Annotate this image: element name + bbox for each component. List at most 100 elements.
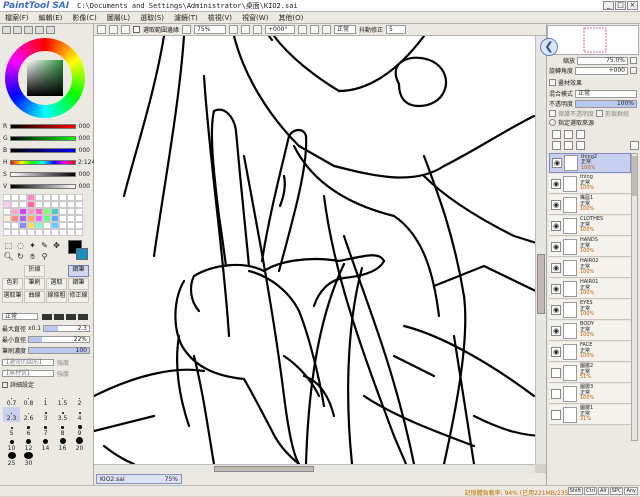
color-swatch[interactable] <box>51 201 59 208</box>
color-swatch[interactable] <box>27 229 35 236</box>
stabilizer-select[interactable]: 5 <box>386 25 407 34</box>
brush-size-preset[interactable]: 30 <box>20 452 37 467</box>
view-mode-select[interactable]: 正常 <box>334 25 357 34</box>
color-swatch[interactable] <box>75 194 83 201</box>
layer-row[interactable]: ◉ thing2 正常 100% <box>549 153 631 173</box>
color-swatch[interactable] <box>27 208 35 215</box>
layer-visibility-icon[interactable]: ◉ <box>551 199 561 210</box>
color-swatch[interactable] <box>19 229 27 236</box>
slider-b[interactable]: B 000 <box>3 146 91 155</box>
tool-pen[interactable]: 鋼筆 <box>68 265 89 277</box>
color-swatch[interactable] <box>27 194 35 201</box>
zoom-select[interactable]: 75% <box>194 25 227 34</box>
hand-icon[interactable]: ✋︎ <box>27 252 38 262</box>
slider-s[interactable]: S 000 <box>3 170 91 179</box>
color-swatch[interactable] <box>43 222 51 229</box>
brush-size-preset[interactable]: 2.6 <box>20 407 37 422</box>
deselect-icon[interactable] <box>97 25 106 34</box>
zoom-reset-icon[interactable] <box>241 25 251 34</box>
new-layer-icon[interactable] <box>552 130 561 139</box>
layer-visibility-icon[interactable]: ◉ <box>551 262 561 273</box>
brush-size-preset[interactable]: 0.7 <box>3 392 20 407</box>
tool-line-fix[interactable]: 修正線 <box>68 291 89 303</box>
brush-size-preset[interactable]: 3 <box>37 407 54 422</box>
close-icon[interactable]: × <box>627 1 638 10</box>
color-swatch[interactable] <box>43 208 51 215</box>
color-swatch[interactable] <box>11 222 19 229</box>
scratchpad-tab-icon[interactable] <box>46 26 55 34</box>
rotate-left-icon[interactable] <box>253 25 263 34</box>
color-swatch[interactable] <box>59 201 67 208</box>
brush-size-preset[interactable]: 9 <box>71 422 88 437</box>
rotate-right-icon[interactable] <box>298 25 308 34</box>
color-swatch[interactable] <box>3 201 11 208</box>
color-swatch[interactable] <box>3 222 11 229</box>
brush-texture-select[interactable]: 【無材質】 <box>2 370 54 377</box>
layer-row[interactable]: 圖層3 正常 100% <box>549 384 631 404</box>
brush-size-preset[interactable]: 10 <box>3 437 20 452</box>
menu-other[interactable]: 其他(O) <box>273 13 308 23</box>
color-swatch[interactable] <box>59 215 67 222</box>
brush-shape-icon-1[interactable] <box>42 313 52 320</box>
navigator-preview[interactable] <box>547 25 639 55</box>
menu-layer[interactable]: 圖層(L) <box>102 13 135 23</box>
brush-mode-select[interactable]: 正常 <box>2 313 38 320</box>
color-swatch[interactable] <box>43 229 51 236</box>
layer-row[interactable]: ◉ HAIR01 正常 100% <box>549 279 631 299</box>
drawing-canvas[interactable] <box>94 36 546 464</box>
color-swatch[interactable] <box>35 201 43 208</box>
lasso-icon[interactable]: ◌ <box>15 241 26 251</box>
slider-h[interactable]: H 2:124 <box>3 158 95 167</box>
brush-size-preset[interactable]: 2 <box>71 392 88 407</box>
brush-size-preset[interactable]: 7 <box>37 422 54 437</box>
layer-row[interactable]: ◉ BODY 正常 100% <box>549 321 631 341</box>
eyedropper2-icon[interactable]: ⚲ <box>39 252 50 262</box>
nav-zoom-plus-icon[interactable] <box>630 57 637 64</box>
color-swatch[interactable] <box>19 208 27 215</box>
layer-row[interactable]: ◉ 嘴唇1 正常 100% <box>549 195 631 215</box>
hsv-slider-tab-icon[interactable] <box>24 26 33 34</box>
color-swatch[interactable] <box>67 194 75 201</box>
zoom-icon[interactable]: 🔍︎ <box>3 252 14 262</box>
color-swatch[interactable] <box>11 229 19 236</box>
min-size-slider[interactable]: 22% <box>28 336 90 343</box>
magic-wand-icon[interactable]: ✦ <box>27 241 38 251</box>
eyedropper-icon[interactable]: ✎ <box>39 241 50 251</box>
color-wheel[interactable] <box>5 38 85 118</box>
color-swatch[interactable] <box>67 215 75 222</box>
clear-layer-icon[interactable] <box>576 141 585 150</box>
layer-row[interactable]: 圖層2 正常 51% <box>549 363 631 383</box>
color-swatch[interactable] <box>35 215 43 222</box>
color-swatch[interactable] <box>59 222 67 229</box>
menu-canvas[interactable]: 影像(C) <box>67 13 101 23</box>
menu-filter[interactable]: 濾鏡(T) <box>169 13 203 23</box>
rgb-slider-tab-icon[interactable] <box>13 26 22 34</box>
brush-size-preset[interactable]: 25 <box>3 452 20 467</box>
maximize-icon[interactable]: □ <box>615 1 626 10</box>
color-swatch[interactable] <box>35 222 43 229</box>
layer-visibility-icon[interactable] <box>551 388 561 399</box>
brush-size-preset[interactable]: 6 <box>20 422 37 437</box>
nav-angle-value[interactable]: +000 <box>575 66 628 75</box>
color-swatch[interactable] <box>19 194 27 201</box>
new-group-icon[interactable] <box>576 130 585 139</box>
color-swatch[interactable] <box>59 229 67 236</box>
color-swatch[interactable] <box>59 194 67 201</box>
color-swatch[interactable] <box>19 222 27 229</box>
navigator-toggle-icon[interactable]: ❮ <box>540 38 558 56</box>
tool-color[interactable]: 色彩 <box>2 278 23 290</box>
max-size-slider[interactable]: 2.3 <box>43 325 90 332</box>
color-swatch[interactable] <box>75 208 83 215</box>
merge-down-icon[interactable] <box>564 141 573 150</box>
minimize-icon[interactable]: _ <box>603 1 614 10</box>
tool-polyline[interactable]: 折線 <box>24 265 45 277</box>
color-swatch[interactable] <box>11 201 19 208</box>
zoom-out-icon[interactable] <box>182 25 192 34</box>
tool-curve[interactable]: 曲線 <box>24 291 45 303</box>
layer-visibility-icon[interactable]: ◉ <box>551 220 561 231</box>
color-swatch[interactable] <box>59 208 67 215</box>
brush-shape-select[interactable]: 【通常的圓形】 <box>2 359 54 366</box>
brush-size-preset[interactable]: 1.5 <box>54 392 71 407</box>
tool-select[interactable]: 選取 <box>46 278 67 290</box>
swatch-tab-icon[interactable] <box>35 26 44 34</box>
